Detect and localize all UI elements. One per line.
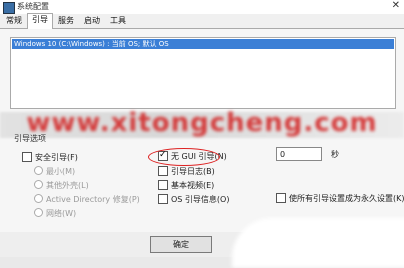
radio-alt-shell-label: 其他外壳(L) <box>46 181 89 190</box>
tab-services[interactable]: 服务 <box>54 15 78 27</box>
checkbox-box[interactable] <box>158 193 168 204</box>
tab-general[interactable]: 常规 <box>2 15 26 27</box>
make-permanent-checkbox[interactable]: 使所有引导设置成为永久设置(K) <box>276 192 404 205</box>
title-bar: 系统配置 ✕ <box>0 0 404 14</box>
make-permanent-label: 使所有引导设置成为永久设置(K) <box>289 194 404 203</box>
watermark-text: www.xitongcheng.com <box>26 108 378 138</box>
radio-circle[interactable] <box>34 166 43 175</box>
os-list-item[interactable]: Windows 10 (C:\Windows) : 当前 OS; 默认 OS <box>12 39 394 49</box>
checkbox-box[interactable] <box>158 179 168 190</box>
tab-bar: 常规 引导 服务 启动 工具 <box>0 13 404 29</box>
checkbox-box[interactable] <box>158 165 168 176</box>
radio-minimal[interactable]: 最小(M) <box>34 166 75 178</box>
boot-options-legend: 引导选项 <box>14 134 46 143</box>
os-boot-info-label: OS 引导信息(O) <box>171 195 230 204</box>
tab-tools[interactable]: 工具 <box>106 15 130 27</box>
ok-button[interactable]: 确定 <box>150 236 212 253</box>
base-video-label: 基本视频(E) <box>171 181 215 190</box>
radio-network[interactable]: 网络(W) <box>34 208 76 220</box>
safe-boot-label: 安全引导(F) <box>35 153 78 162</box>
timeout-input[interactable]: 0 <box>276 147 322 161</box>
tab-boot[interactable]: 引导 <box>27 13 53 29</box>
boot-log-checkbox[interactable]: 引导日志(B) <box>158 165 215 178</box>
radio-circle[interactable] <box>34 208 43 217</box>
radio-network-label: 网络(W) <box>46 209 77 218</box>
checkbox-box[interactable] <box>22 151 32 162</box>
safe-boot-checkbox[interactable]: 安全引导(F) <box>22 151 78 164</box>
boot-log-label: 引导日志(B) <box>171 167 215 176</box>
radio-alt-shell[interactable]: 其他外壳(L) <box>34 180 89 192</box>
radio-ad-repair[interactable]: Active Directory 修复(P) <box>34 194 140 206</box>
radio-circle[interactable] <box>34 180 43 189</box>
window-title: 系统配置 <box>17 2 49 11</box>
checkbox-box[interactable] <box>276 192 286 203</box>
timeout-unit-label: 秒 <box>331 150 339 159</box>
highlight-circle <box>148 148 220 166</box>
tab-startup[interactable]: 启动 <box>80 15 104 27</box>
os-list[interactable]: Windows 10 (C:\Windows) : 当前 OS; 默认 OS <box>10 37 396 109</box>
radio-minimal-label: 最小(M) <box>46 167 76 176</box>
app-icon <box>3 2 15 14</box>
image-corner-overlay <box>232 218 404 268</box>
base-video-checkbox[interactable]: 基本视频(E) <box>158 179 215 192</box>
close-button[interactable]: ✕ <box>392 0 400 11</box>
radio-circle[interactable] <box>34 194 43 203</box>
radio-ad-repair-label: Active Directory 修复(P) <box>46 195 140 204</box>
os-boot-info-checkbox[interactable]: OS 引导信息(O) <box>158 193 230 206</box>
